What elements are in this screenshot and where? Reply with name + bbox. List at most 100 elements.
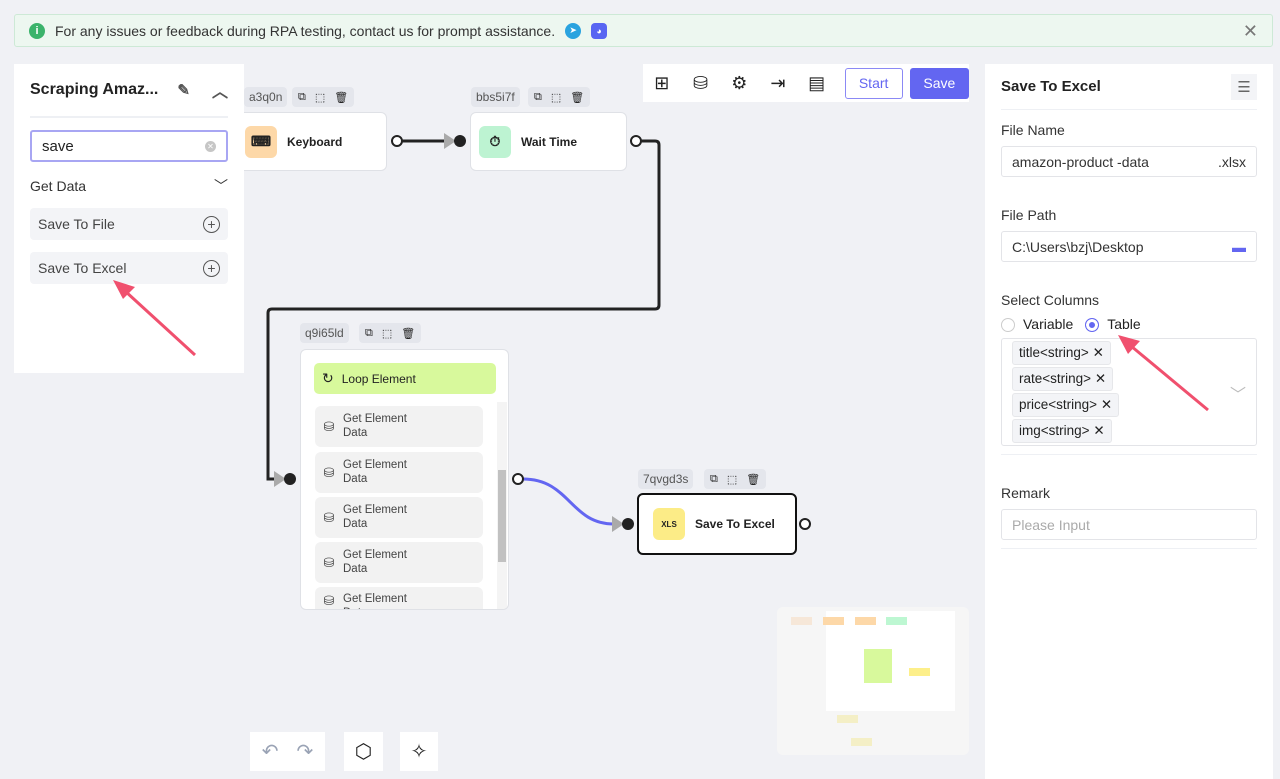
column-tag: rate<string> ✕ (1012, 367, 1114, 392)
column-tag: title<string> ✕ (1012, 341, 1111, 366)
minimap[interactable] (777, 607, 969, 755)
database-icon: ⛁ (323, 464, 335, 480)
child-node[interactable]: ⛁ Get Element Data (315, 406, 483, 447)
radio-table[interactable] (1085, 318, 1100, 333)
folder-icon[interactable]: ▬ (1232, 239, 1246, 255)
chevron-down-icon[interactable]: ﹀ (1230, 381, 1246, 405)
remove-icon[interactable]: ✕ (1095, 371, 1106, 386)
magic-wand-icon: ✧ (410, 741, 428, 763)
redo-icon[interactable]: ↷ (297, 739, 314, 764)
top-toolbar: ⊞ ⛁ ⚙ ⇥ ▤ Start Save (643, 64, 969, 102)
columns-multiselect[interactable]: title<string> ✕ rate<string> ✕ price<str… (1001, 338, 1257, 447)
search-value: save (42, 137, 74, 155)
database-icon: ⛁ (323, 509, 335, 525)
node-actions: ⧉ ⬚ 🗑 (528, 87, 591, 107)
item-label: Save To Excel (38, 260, 127, 276)
search-input[interactable]: save ✕ (30, 130, 228, 162)
remove-icon[interactable]: ✕ (1093, 423, 1104, 438)
edit-icon[interactable]: ✎ (177, 81, 190, 99)
trash-icon[interactable]: 🗑 (570, 91, 584, 104)
undo-icon[interactable]: ↶ (262, 739, 279, 764)
file-name-label: File Name (1001, 122, 1065, 138)
child-node[interactable]: ⛁ Get Element Data (315, 587, 483, 609)
child-label: Get Element Data (343, 548, 407, 575)
copy-icon[interactable]: ⧉ (365, 327, 373, 340)
copy-icon[interactable]: ⧉ (534, 91, 542, 104)
node-wait-time[interactable]: ⏱ Wait Time (470, 112, 627, 171)
list-item-save-to-excel[interactable]: Save To Excel + (30, 252, 228, 284)
node-save-to-excel[interactable]: XLS Save To Excel (637, 493, 797, 555)
child-label: Get Element Data (343, 503, 407, 530)
database-icon: ⛁ (323, 593, 335, 608)
node-loop-container[interactable]: ↻ Loop Element ⛁ Get Element Data ⛁ Get Ele… (300, 349, 509, 610)
node-keyboard[interactable]: ⌨ Keyboard (236, 112, 387, 171)
save-button[interactable]: Save (909, 67, 969, 99)
child-label: Get Element Data (343, 458, 407, 485)
file-ext: .xlsx (1218, 153, 1246, 170)
remove-icon[interactable]: ✕ (1101, 397, 1112, 412)
loop-label: Loop Element (341, 371, 416, 386)
scrollbar[interactable] (497, 402, 507, 609)
select-icon[interactable]: ⬚ (382, 327, 392, 340)
section-get-data[interactable]: Get Data ﹀ (30, 176, 228, 196)
chevron-up-icon[interactable]: ︿ (212, 78, 228, 102)
file-name-input[interactable]: amazon-product -data .xlsx (1001, 146, 1257, 177)
trash-icon[interactable]: 🗑 (401, 327, 415, 340)
child-label: Get Element Data (343, 593, 407, 609)
log-icon[interactable]: ▤ (806, 73, 828, 94)
package-button[interactable]: ⬡ (344, 732, 383, 771)
add-icon[interactable]: + (203, 215, 220, 233)
edge-keyboard-wait (391, 133, 466, 149)
collapse-panel-icon[interactable]: ☰ (1231, 73, 1257, 100)
clear-icon[interactable]: ✕ (205, 140, 216, 152)
select-icon[interactable]: ⬚ (551, 91, 561, 104)
remark-placeholder: Please Input (1012, 516, 1090, 533)
database-icon[interactable]: ⛁ (690, 73, 712, 94)
select-icon[interactable]: ⬚ (727, 473, 737, 486)
history-controls: ↶ ↷ (250, 732, 325, 771)
child-node[interactable]: ⛁ Get Element Data (315, 497, 483, 538)
add-icon[interactable]: + (203, 259, 220, 277)
node-id-keyboard: a3q0n (244, 87, 288, 107)
node-label: Keyboard (287, 134, 343, 149)
remove-icon[interactable]: ✕ (1093, 345, 1104, 360)
loop-icon: ↻ (322, 370, 334, 386)
child-node[interactable]: ⛁ Get Element Data (315, 452, 483, 493)
tag-label: title<string> (1019, 345, 1089, 361)
loop-element-header[interactable]: ↻ Loop Element (314, 363, 496, 394)
trash-icon[interactable]: 🗑 (746, 473, 760, 486)
node-actions: ⧉ ⬚ 🗑 (292, 87, 355, 107)
remark-input[interactable]: Please Input (1001, 509, 1257, 541)
export-icon[interactable]: ⇥ (767, 73, 789, 94)
node-actions: ⧉ ⬚ 🗑 (704, 469, 767, 489)
database-icon: ⛁ (323, 418, 335, 434)
database-icon: ⛁ (323, 554, 335, 570)
file-name-value: amazon-product -data (1012, 153, 1149, 170)
column-tag: img<string> ✕ (1012, 419, 1112, 444)
item-label: Save To File (38, 216, 115, 232)
child-node[interactable]: ⛁ Get Element Data (315, 542, 483, 583)
radio-table-label: Table (1107, 316, 1141, 332)
tag-label: price<string> (1019, 397, 1098, 413)
tag-label: img<string> (1019, 423, 1090, 439)
node-actions: ⧉ ⬚ 🗑 (359, 323, 422, 343)
keyboard-icon: ⌨ (245, 125, 277, 158)
start-button[interactable]: Start (844, 67, 903, 99)
list-item-save-to-file[interactable]: Save To File + (30, 208, 228, 240)
node-label: Wait Time (521, 134, 578, 149)
copy-icon[interactable]: ⧉ (298, 91, 306, 104)
timer-icon: ⏱ (479, 125, 511, 158)
magic-button[interactable]: ✧ (400, 732, 438, 771)
panel-header: Save To Excel ☰ (1001, 64, 1257, 110)
copy-icon[interactable]: ⧉ (710, 473, 718, 486)
table-icon[interactable]: ⊞ (651, 73, 673, 94)
trash-icon[interactable]: 🗑 (334, 91, 348, 104)
node-id-wait: bbs5i7f (471, 87, 520, 107)
settings-icon[interactable]: ⚙ (728, 73, 750, 94)
node-label: Save To Excel (695, 517, 775, 531)
file-path-input[interactable]: C:\Users\bzj\Desktop ▬ (1001, 231, 1257, 262)
radio-variable[interactable] (1001, 318, 1015, 333)
properties-panel: Save To Excel ☰ File Name amazon-product … (985, 64, 1273, 779)
section-title: Get Data (30, 178, 87, 194)
select-icon[interactable]: ⬚ (315, 91, 325, 104)
